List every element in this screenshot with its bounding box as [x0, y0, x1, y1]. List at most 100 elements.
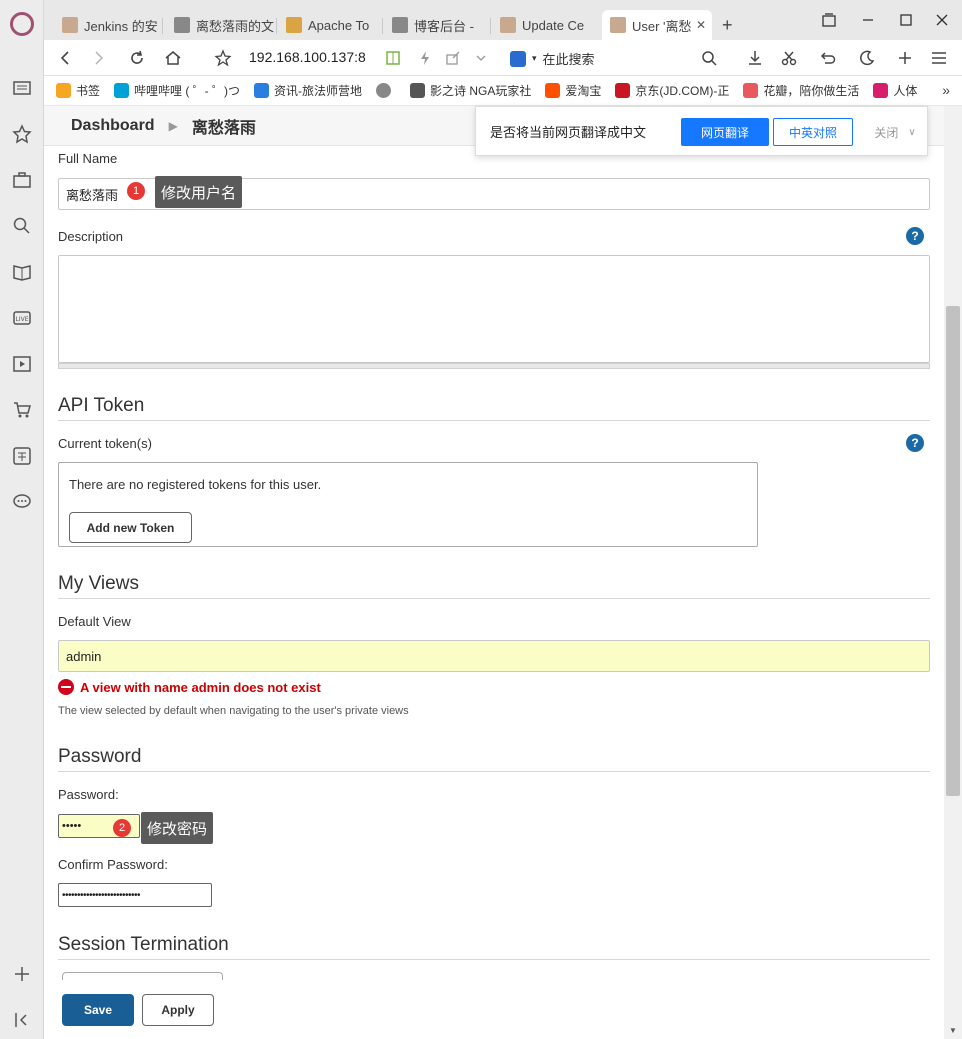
no-tokens-message: There are no registered tokens for this …: [69, 477, 322, 492]
form-action-bar: Save Apply: [44, 980, 944, 1039]
save-button[interactable]: Save: [62, 994, 134, 1026]
browser-logo-icon[interactable]: [10, 12, 34, 36]
maximize-icon[interactable]: [896, 10, 916, 30]
undo-icon[interactable]: [816, 47, 838, 69]
night-mode-moon-icon[interactable]: [856, 47, 878, 69]
star-icon: [56, 83, 71, 98]
annotation-marker-2: 2: [113, 819, 131, 837]
tab-apache-tomcat[interactable]: Apache To: [278, 10, 380, 40]
annotation-callout-password: 修改密码: [141, 812, 214, 844]
home-icon[interactable]: [162, 47, 184, 69]
tab-bar: Jenkins 的安 离愁落雨的文 Apache To 博客后台 - Updat…: [44, 0, 962, 40]
translate-close-button[interactable]: 关闭 ∨: [870, 118, 920, 146]
confirm-password-input[interactable]: ••••••••••••••••••••••••••: [58, 883, 212, 907]
apply-button[interactable]: Apply: [142, 994, 214, 1026]
tab-blog-article[interactable]: 离愁落雨的文: [166, 10, 274, 40]
bilibili-icon: [114, 83, 130, 98]
huaban-icon: [743, 83, 759, 98]
taobao-icon: [545, 83, 561, 98]
default-view-error: A view with name admin does not exist: [58, 679, 321, 695]
description-help-icon[interactable]: ?: [906, 227, 924, 245]
session-button-partial[interactable]: [62, 972, 223, 980]
default-view-input[interactable]: admin: [58, 640, 930, 672]
search-icon[interactable]: [10, 214, 34, 238]
engine-dropdown-icon[interactable]: ▾: [532, 53, 537, 64]
scroll-down-arrow-icon[interactable]: ▼: [948, 1026, 958, 1036]
bookmark-item[interactable]: 哔哩哔哩 ( ゜- ゜)つ: [114, 82, 240, 99]
search-go-icon[interactable]: [698, 47, 720, 69]
translate-page-button[interactable]: 网页翻译: [681, 118, 769, 146]
back-icon[interactable]: [54, 47, 76, 69]
section-divider: [58, 420, 930, 421]
translate-icon[interactable]: [10, 444, 34, 468]
close-tab-icon[interactable]: ✕: [696, 18, 706, 32]
scrollbar-thumb[interactable]: [946, 306, 960, 796]
bookmark-item[interactable]: 人体: [873, 82, 917, 99]
globe-icon: [376, 83, 392, 98]
site-icon: [873, 83, 889, 98]
tab-blog-admin[interactable]: 博客后台 -: [384, 10, 488, 40]
my-views-heading: My Views: [58, 573, 139, 594]
site-icon: [254, 83, 270, 98]
video-icon[interactable]: [10, 352, 34, 376]
jenkins-icon: [500, 17, 516, 33]
dropdown-chevron-icon[interactable]: [470, 47, 492, 69]
plus-icon[interactable]: [894, 47, 916, 69]
bookmark-star-icon[interactable]: [212, 47, 234, 69]
add-icon[interactable]: [10, 962, 34, 986]
textarea-resize-bar[interactable]: [58, 363, 930, 369]
bookmark-item[interactable]: 资讯-旅法师营地: [254, 82, 362, 99]
bookmark-item[interactable]: 书签: [56, 82, 100, 99]
cart-icon[interactable]: [10, 398, 34, 422]
close-window-icon[interactable]: [932, 10, 952, 30]
bookmark-item[interactable]: 影之诗 NGA玩家社: [410, 82, 531, 99]
breadcrumb-dashboard-link[interactable]: Dashboard: [71, 117, 155, 135]
bookmark-item[interactable]: 花瓣，陪你做生活: [743, 82, 859, 99]
default-view-hint: The view selected by default when naviga…: [58, 705, 409, 717]
bookmark-item[interactable]: 京东(JD.COM)-正: [615, 82, 729, 99]
chat-icon[interactable]: [10, 490, 34, 514]
reading-list-icon[interactable]: [10, 76, 34, 100]
new-tab-button[interactable]: +: [716, 10, 746, 40]
current-tokens-label: Current token(s): [58, 436, 152, 451]
reader-mode-icon[interactable]: [382, 47, 404, 69]
download-icon[interactable]: [744, 47, 766, 69]
search-box[interactable]: ▾ 在此搜索: [510, 49, 595, 68]
description-textarea[interactable]: [58, 255, 930, 363]
translate-prompt: 是否将当前网页翻译成中文 网页翻译 中英对照 关闭 ∨: [475, 106, 928, 156]
baidu-paw-icon: [510, 50, 526, 67]
tab-user-page[interactable]: User '离愁 ✕: [602, 10, 712, 40]
blog-icon: [174, 17, 190, 33]
tomcat-icon: [286, 17, 302, 33]
add-new-token-button[interactable]: Add new Token: [69, 512, 192, 543]
forward-icon[interactable]: [88, 47, 110, 69]
lightning-icon[interactable]: [414, 47, 436, 69]
svg-text:LIVE: LIVE: [15, 316, 28, 323]
breadcrumb-current-user[interactable]: 离愁落雨: [192, 114, 256, 138]
description-label: Description: [58, 229, 124, 244]
menu-hamburger-icon[interactable]: [928, 47, 950, 69]
bookmark-item[interactable]: [376, 83, 396, 98]
jd-icon: [615, 83, 631, 98]
minimize-icon[interactable]: [858, 10, 878, 30]
share-icon[interactable]: [442, 47, 464, 69]
briefcase-icon[interactable]: [10, 168, 34, 192]
address-bar[interactable]: 192.168.100.137:8: [249, 49, 366, 65]
bookmarks-bar: 书签 哔哩哔哩 ( ゜- ゜)つ 资讯-旅法师营地 影之诗 NGA玩家社 爱淘宝…: [44, 76, 962, 106]
screenshot-scissors-icon[interactable]: [778, 47, 800, 69]
favorites-star-icon[interactable]: [10, 122, 34, 146]
tab-jenkins-install[interactable]: Jenkins 的安: [54, 10, 158, 40]
book-icon[interactable]: [10, 260, 34, 284]
tab-manager-icon[interactable]: [819, 10, 839, 30]
tokens-help-icon[interactable]: ?: [906, 434, 924, 452]
collapse-sidebar-icon[interactable]: [10, 1008, 34, 1032]
bookmark-item[interactable]: 爱淘宝: [545, 82, 601, 99]
live-icon[interactable]: LIVE: [10, 306, 34, 330]
bookmarks-overflow-button[interactable]: »: [942, 82, 950, 98]
error-icon: [58, 679, 74, 695]
tab-update-center[interactable]: Update Ce: [492, 10, 596, 40]
confirm-password-label: Confirm Password:: [58, 857, 168, 872]
reload-icon[interactable]: [126, 47, 148, 69]
bilingual-button[interactable]: 中英对照: [773, 118, 853, 146]
annotation-callout-username: 修改用户名: [155, 176, 243, 208]
